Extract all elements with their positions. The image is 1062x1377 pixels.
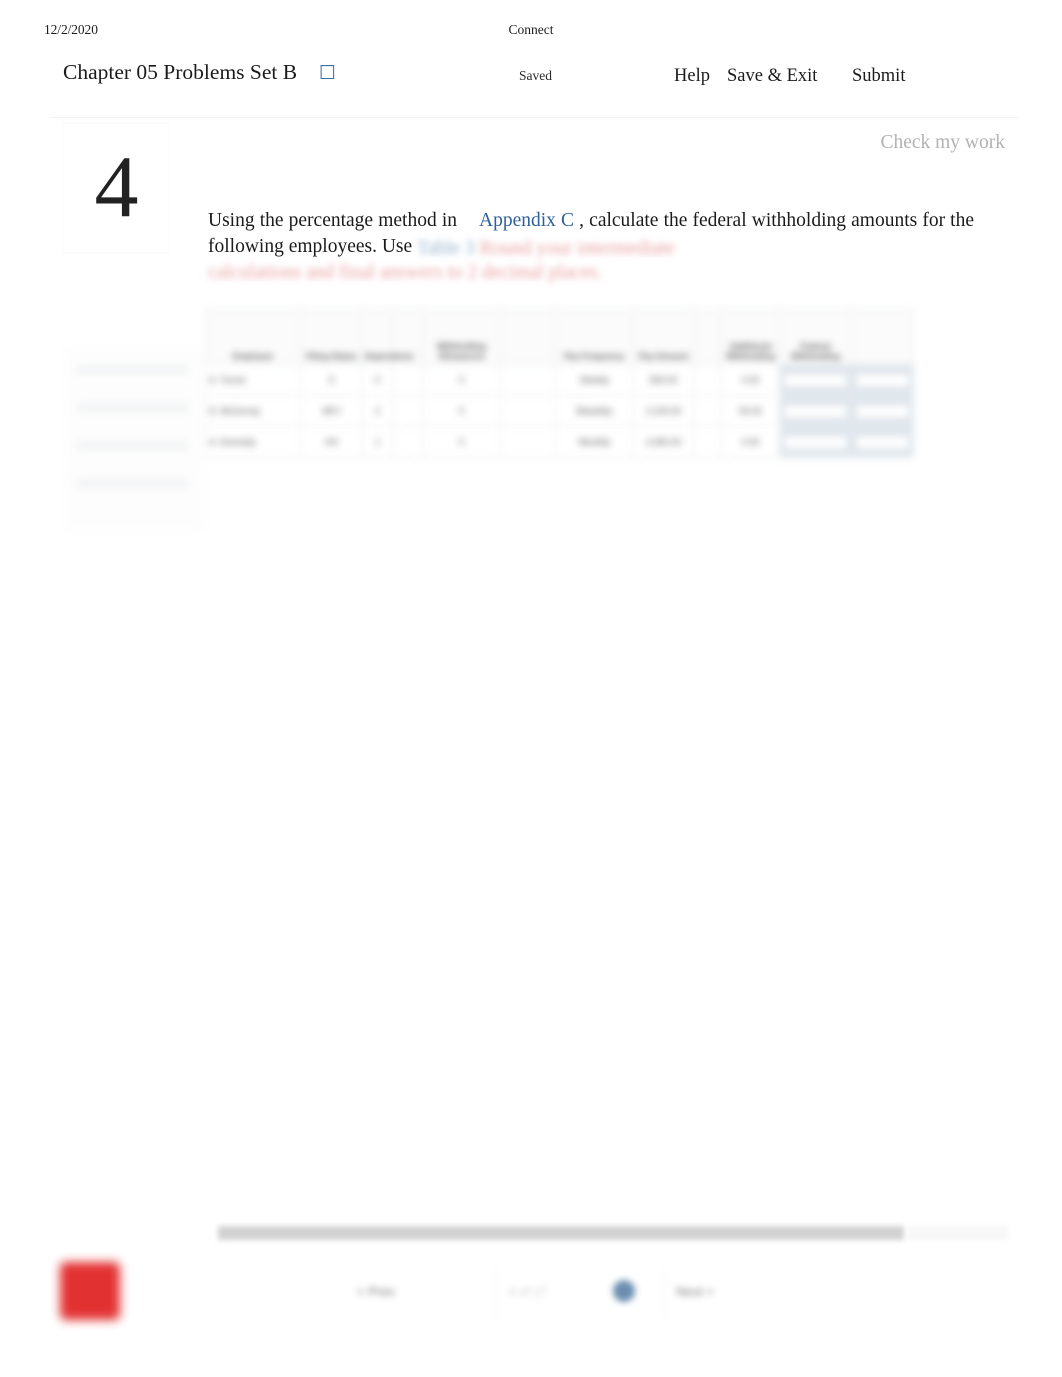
cell-employee: S. Turner (205, 364, 301, 396)
col-header-withholding: Withholding Allowances (422, 309, 501, 365)
cell-pay-frequency: Biweekly (555, 395, 634, 427)
cell-dependents: 0 (362, 364, 393, 396)
col-header-pay-frequency: Pay Frequency (555, 309, 634, 365)
cell-filing-status: MFJ (300, 395, 363, 427)
rail-item-ebook[interactable] (77, 364, 189, 375)
question-prompt: Using the percentage method in Appendix C… (208, 208, 974, 262)
prompt-blurred-table-link[interactable]: Table 3 (417, 236, 475, 262)
mcgraw-hill-logo (60, 1262, 120, 1320)
col-header-spacer-3 (693, 309, 722, 365)
cell-additional: 0.00 (721, 426, 780, 458)
appendix-c-link[interactable]: Appendix C (479, 210, 574, 231)
prompt-blurred-note-1: Round your intermediate (479, 238, 675, 259)
cell-spacer-1 (392, 395, 423, 427)
cell-pay-amount: 4,350.00 (633, 426, 694, 458)
question-rail: 4 (50, 119, 204, 539)
progress-bar-track (908, 1226, 1008, 1240)
table-row: A. Kennedy HH 1 0 Monthly 4,350.00 0.00 (205, 426, 914, 458)
col-header-filing-status: Filing Status (300, 309, 363, 365)
assignment-actions: Help Save & Exit Submit (642, 66, 1062, 96)
rail-item-print[interactable] (77, 440, 189, 451)
question-pager: < Prev 4 of 17 Next > (345, 1268, 815, 1330)
check-my-work-button[interactable]: Check my work (880, 132, 1005, 154)
cell-withholding: 0 (422, 395, 501, 427)
bottom-progress-bar[interactable] (208, 1222, 1016, 1246)
pager-position-label: 4 of 17 (508, 1284, 548, 1299)
federal-withholding-input[interactable] (783, 434, 848, 450)
cell-spacer-1 (392, 364, 423, 396)
prompt-segment-1: Using the percentage method in (208, 210, 457, 231)
cell-withholding: 0 (422, 426, 501, 458)
col-header-dependents: Dependents (362, 309, 414, 365)
cell-filing-status: S (300, 364, 363, 396)
federal-withholding-input-2[interactable] (855, 434, 910, 450)
info-icon[interactable]: ☐ (319, 64, 336, 83)
cell-answer-input-2[interactable] (851, 426, 914, 458)
table-header-row: Employee Filing Status Dependents Withho… (205, 309, 914, 365)
cell-answer-input-2[interactable] (851, 395, 914, 427)
cell-spacer-2 (500, 364, 556, 396)
pager-next-segment[interactable]: Next > (665, 1268, 714, 1320)
save-status: Saved (519, 68, 552, 83)
col-header-additional: Additional Withholding (721, 309, 780, 365)
cell-filing-status: HH (300, 426, 363, 458)
cell-dependents: 2 (362, 395, 393, 427)
cell-pay-amount: 825.00 (633, 364, 694, 396)
col-header-spacer-4 (851, 309, 914, 365)
cell-employee: A. Kennedy (205, 426, 301, 458)
cell-answer-input-1[interactable] (779, 426, 852, 458)
cell-spacer-3 (693, 426, 722, 458)
pager-current-indicator[interactable] (613, 1280, 635, 1302)
table-row: D. McGorray MFJ 2 0 Biweekly 2,100.00 50… (205, 395, 914, 427)
rail-tools-panel[interactable] (64, 347, 204, 531)
col-header-spacer-2 (500, 309, 556, 365)
assignment-title: Chapter 05 Problems Set B (63, 60, 298, 84)
cell-answer-input-1[interactable] (779, 364, 852, 396)
assignment-toolbar: Chapter 05 Problems Set B ☐ Saved Help S… (0, 60, 1062, 112)
cell-withholding: 0 (422, 364, 501, 396)
federal-withholding-input-2[interactable] (855, 403, 910, 419)
federal-withholding-input[interactable] (783, 372, 848, 388)
print-page-title: Connect (508, 22, 554, 37)
cell-additional: 0.00 (721, 364, 780, 396)
prompt-blurred-note-2: calculations and final answers to 2 deci… (208, 262, 603, 283)
prev-button[interactable]: < Prev (357, 1284, 395, 1299)
cell-spacer-2 (500, 426, 556, 458)
cell-employee: D. McGorray (205, 395, 301, 427)
question-number: 4 (94, 139, 139, 236)
cell-pay-frequency: Monthly (555, 426, 634, 458)
rail-item-hint[interactable] (77, 478, 189, 489)
answer-table: Employee Filing Status Dependents Withho… (205, 309, 914, 458)
answer-table-container: Employee Filing Status Dependents Withho… (205, 309, 914, 463)
save-and-exit-button[interactable]: Save & Exit (727, 66, 817, 87)
answer-table-blur-layer: Employee Filing Status Dependents Withho… (205, 309, 914, 463)
question-number-box: 4 (63, 123, 170, 253)
pager-position-segment: 4 of 17 (495, 1268, 548, 1320)
submit-button[interactable]: Submit (852, 66, 905, 87)
question-body: Using the percentage method in Appendix C… (208, 208, 974, 283)
col-header-employee: Employee (205, 309, 301, 365)
rail-item-references[interactable] (77, 402, 189, 413)
cell-spacer-2 (500, 395, 556, 427)
federal-withholding-input-2[interactable] (855, 372, 910, 388)
cell-pay-frequency: Weekly (555, 364, 634, 396)
col-header-pay-amount: Pay Amount (633, 309, 694, 365)
cell-spacer-3 (693, 364, 722, 396)
cell-additional: 50.00 (721, 395, 780, 427)
cell-spacer-1 (392, 426, 423, 458)
header-divider (50, 117, 1018, 118)
cell-spacer-3 (693, 395, 722, 427)
cell-answer-input-2[interactable] (851, 364, 914, 396)
cell-pay-amount: 2,100.00 (633, 395, 694, 427)
cell-answer-input-1[interactable] (779, 395, 852, 427)
progress-bar-fill (218, 1226, 904, 1240)
col-header-federal-wh: Federal Withholding (779, 309, 852, 365)
next-button[interactable]: Next > (676, 1284, 714, 1299)
cell-dependents: 1 (362, 426, 393, 458)
help-button[interactable]: Help (674, 66, 710, 87)
federal-withholding-input[interactable] (783, 403, 848, 419)
table-row: S. Turner S 0 0 Weekly 825.00 0.00 (205, 364, 914, 396)
print-header: 12/2/2020 Connect (0, 22, 1062, 44)
